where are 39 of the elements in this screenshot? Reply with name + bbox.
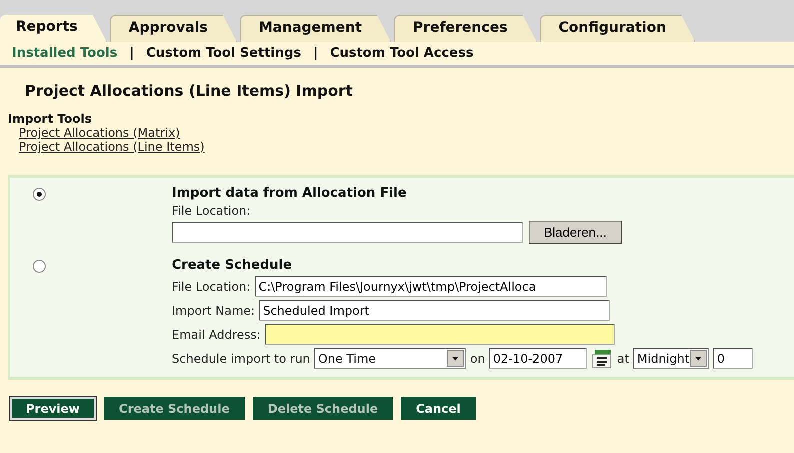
name-input[interactable]: Scheduled Import xyxy=(259,300,610,321)
date-input[interactable]: 02-10-2007 xyxy=(489,348,588,369)
separator: | xyxy=(313,46,318,61)
file-input[interactable] xyxy=(172,222,523,243)
email-input[interactable] xyxy=(264,324,615,345)
section-heading: Import Tools xyxy=(8,112,93,126)
subnav-link[interactable]: Installed Tools xyxy=(12,46,118,61)
subnav-link[interactable]: Custom Tool Settings xyxy=(146,46,302,61)
caret-icon xyxy=(690,350,708,367)
file-input[interactable]: C:\Program Files\Journyx\jwt\tmp\ProjectAlloca xyxy=(254,276,607,297)
frequency-select[interactable]: One Time xyxy=(314,348,466,369)
nav-tab[interactable]: Approvals xyxy=(110,15,237,42)
field-label: on xyxy=(470,352,486,366)
radio-button[interactable] xyxy=(33,188,46,201)
browse-button[interactable]: Bladeren... xyxy=(529,221,622,244)
field-label: File Location: xyxy=(172,280,251,294)
option-heading: Create Schedule xyxy=(172,258,294,273)
tool-link[interactable]: Project Allocations (Line Items) xyxy=(19,140,205,154)
action-button[interactable]: Preview xyxy=(10,397,96,420)
nav-tab[interactable]: Reports xyxy=(0,15,107,42)
subnav-link[interactable]: Custom Tool Access xyxy=(330,46,474,61)
separator: | xyxy=(130,46,134,61)
nav-tab[interactable]: Management xyxy=(240,15,392,42)
page-title: Project Allocations (Line Items) Import xyxy=(24,81,354,102)
action-button[interactable]: Cancel xyxy=(401,397,476,420)
nav-tab[interactable]: Preferences xyxy=(394,15,537,42)
tool-link[interactable]: Project Allocations (Matrix) xyxy=(19,126,180,140)
field-label: at xyxy=(617,352,630,366)
minute-input[interactable]: 0 xyxy=(713,348,754,369)
nav-tab[interactable]: Configuration xyxy=(540,15,696,42)
field-label: Schedule import to run xyxy=(172,352,310,366)
field-label: Import Name: xyxy=(172,304,256,318)
option-heading: Import data from Allocation File xyxy=(172,186,408,201)
radio-button[interactable] xyxy=(33,260,46,273)
time-select[interactable]: Midnight xyxy=(633,348,710,369)
field-label: File Location: xyxy=(172,204,252,218)
calendar-icon[interactable] xyxy=(591,348,614,368)
caret-icon xyxy=(447,350,464,367)
field-label: Email Address: xyxy=(172,328,261,342)
